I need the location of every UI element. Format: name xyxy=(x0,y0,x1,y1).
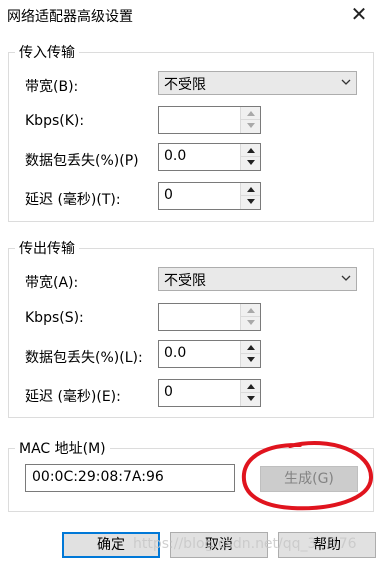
outgoing-loss-label: 数据包丢失(%)(L): xyxy=(25,350,143,366)
outgoing-loss-value: 0.0 xyxy=(164,345,187,361)
incoming-latency-label: 延迟 (毫秒)(T): xyxy=(25,192,121,208)
help-button[interactable]: 帮助 xyxy=(278,532,376,558)
outgoing-latency-stepper[interactable]: 0 xyxy=(158,379,261,407)
arrow-down-icon[interactable] xyxy=(241,317,260,330)
arrow-down-icon[interactable] xyxy=(241,120,260,133)
chevron-down-icon xyxy=(341,79,351,85)
mac-legend: MAC 地址(M) xyxy=(15,438,110,458)
incoming-loss-value: 0.0 xyxy=(164,148,187,164)
cancel-button[interactable]: 取消 xyxy=(170,532,268,558)
outgoing-bandwidth-label: 带宽(A): xyxy=(25,275,79,291)
incoming-legend: 传入传输 xyxy=(15,42,79,62)
arrow-down-icon[interactable] xyxy=(241,157,260,170)
close-icon[interactable]: ✕ xyxy=(347,2,371,26)
arrow-up-icon[interactable] xyxy=(241,304,260,317)
generate-button[interactable]: 生成(G) xyxy=(260,466,358,492)
outgoing-kbps-stepper[interactable] xyxy=(158,303,261,331)
arrow-down-icon[interactable] xyxy=(241,393,260,406)
chevron-down-icon xyxy=(341,275,351,281)
outgoing-kbps-label: Kbps(S): xyxy=(25,310,84,326)
arrow-up-icon[interactable] xyxy=(241,341,260,354)
arrow-up-icon[interactable] xyxy=(241,144,260,157)
window-title: 网络适配器高级设置 xyxy=(7,9,133,25)
incoming-loss-stepper[interactable]: 0.0 xyxy=(158,143,261,171)
incoming-kbps-stepper[interactable] xyxy=(158,106,261,134)
arrow-down-icon[interactable] xyxy=(241,196,260,209)
arrow-down-icon[interactable] xyxy=(241,354,260,367)
incoming-bandwidth-select[interactable]: 不受限 xyxy=(158,71,357,95)
outgoing-bandwidth-value: 不受限 xyxy=(164,273,206,289)
outgoing-latency-label: 延迟 (毫秒)(E): xyxy=(25,389,121,405)
outgoing-bandwidth-select[interactable]: 不受限 xyxy=(158,267,357,291)
arrow-up-icon[interactable] xyxy=(241,107,260,120)
mac-address-value: 00:0C:29:08:7A:96 xyxy=(32,469,164,485)
incoming-loss-label: 数据包丢失(%)(P) xyxy=(25,153,139,169)
incoming-bandwidth-value: 不受限 xyxy=(164,77,206,93)
incoming-kbps-label: Kbps(K): xyxy=(25,113,85,129)
incoming-latency-stepper[interactable]: 0 xyxy=(158,182,261,210)
title-bar: 网络适配器高级设置 ✕ xyxy=(0,0,381,30)
incoming-latency-value: 0 xyxy=(164,187,173,203)
arrow-up-icon[interactable] xyxy=(241,380,260,393)
outgoing-legend: 传出传输 xyxy=(15,238,79,258)
incoming-bandwidth-label: 带宽(B): xyxy=(25,79,79,95)
outgoing-loss-stepper[interactable]: 0.0 xyxy=(158,340,261,368)
mac-address-field[interactable]: 00:0C:29:08:7A:96 xyxy=(25,464,235,492)
ok-button[interactable]: 确定 xyxy=(62,532,160,558)
outgoing-latency-value: 0 xyxy=(164,384,173,400)
arrow-up-icon[interactable] xyxy=(241,183,260,196)
